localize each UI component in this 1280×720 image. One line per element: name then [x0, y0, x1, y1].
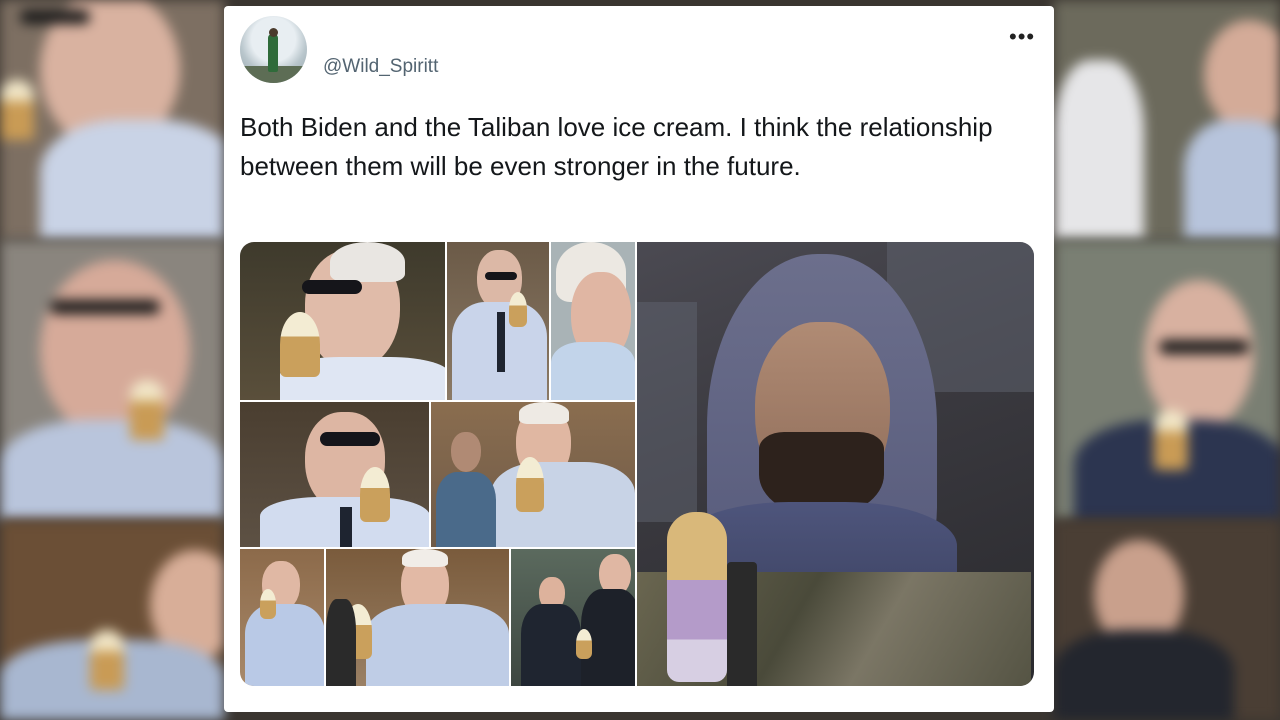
bg-photo-biden-5	[1054, 240, 1280, 520]
tweet-text: Both Biden and the Taliban love ice crea…	[240, 112, 993, 181]
bg-photo-biden-1	[0, 0, 224, 240]
bg-photo-biden-3	[0, 520, 224, 720]
bg-photo-biden-6	[1054, 520, 1280, 720]
tweet-card: @Wild_Spiritt ••• Both Biden and the Tal…	[224, 6, 1054, 712]
photo-biden-sunglasses-cone[interactable]	[240, 242, 445, 400]
avatar[interactable]	[240, 16, 307, 83]
photo-biden-crowd-cone[interactable]	[431, 402, 635, 547]
photo-biden-holding-cone[interactable]	[326, 549, 509, 686]
photo-biden-suits-cone[interactable]	[511, 549, 635, 686]
photo-biden-closeup-cone[interactable]	[551, 242, 635, 400]
photo-biden-sunglasses-cone-2[interactable]	[240, 402, 429, 547]
bg-photo-biden-4	[1054, 0, 1280, 240]
more-options-icon[interactable]: •••	[1009, 24, 1035, 50]
photo-biden-licking-cone[interactable]	[447, 242, 549, 400]
user-handle[interactable]: @Wild_Spiritt	[323, 56, 438, 78]
tweet-media-collage[interactable]	[240, 242, 1034, 686]
photo-biden-blue-shirt-cone[interactable]	[240, 549, 324, 686]
photo-taliban-fighter-cone[interactable]	[637, 242, 1034, 686]
bg-photo-biden-2	[0, 240, 224, 520]
